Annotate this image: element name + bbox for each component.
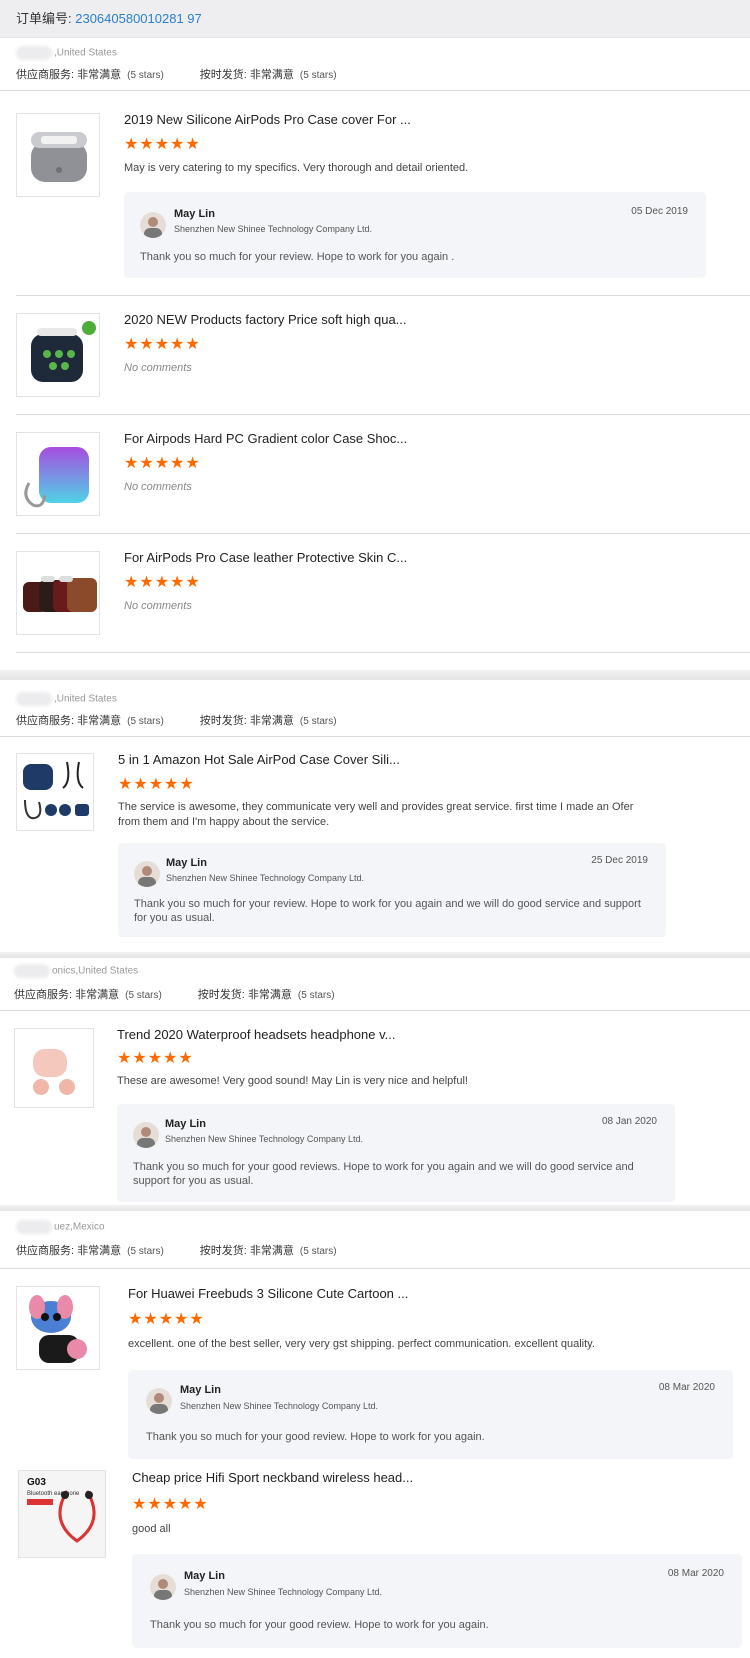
rating-stars: ★★★★★ [124,455,201,472]
seller-avatar [140,212,166,238]
reviewer-location: ,United States [16,46,117,60]
thumb-label-sub: Bluetooth earphone [27,1491,80,1497]
seller-company: Shenzhen New Shinee Technology Company L… [166,873,364,883]
reply-text: Thank you so much for your review. Hope … [134,898,641,924]
rating-stars: ★★★★★ [132,1496,209,1513]
reply-date: 08 Mar 2020 [658,1382,715,1393]
seller-company: Shenzhen New Shinee Technology Company L… [180,1401,378,1411]
buyer-comment: excellent. one of the best seller, very … [128,1338,595,1350]
seller-company: Shenzhen New Shinee Technology Company L… [174,224,372,234]
divider [16,652,750,653]
rating-stars: ★★★★★ [118,776,195,793]
section-separator [0,952,750,958]
seller-ratings: 供应商服务: 非常满意 (5 stars) 按时发货: 非常满意 (5 stars) [16,69,337,81]
product-title-link[interactable]: For AirPods Pro Case leather Protective … [124,550,407,565]
product-title-link[interactable]: For Airpods Hard PC Gradient color Case … [124,431,407,446]
seller-name: May Lin [165,1118,206,1130]
seller-reply: May Lin Shenzhen New Shinee Technology C… [118,843,666,937]
seller-reply: May Lin Shenzhen New Shinee Technology C… [124,192,706,278]
divider [16,295,750,296]
buyer-comment: No comments [124,481,192,493]
seller-name: May Lin [174,208,215,220]
product-title-link[interactable]: 2020 NEW Products factory Price soft hig… [124,312,407,327]
rating-stars: ★★★★★ [124,574,201,591]
product-title-link[interactable]: Cheap price Hifi Sport neckband wireless… [132,1470,413,1485]
reply-text: Thank you so much for your good review. … [146,1431,485,1443]
seller-avatar [150,1574,176,1600]
seller-avatar [146,1388,172,1414]
seller-avatar [134,861,160,887]
product-thumbnail[interactable]: G03 Bluetooth earphone [18,1470,106,1558]
reply-date: 08 Jan 2020 [601,1116,657,1127]
order-number-bar: 订单编号: 230640580010281 97 [0,0,750,38]
rating-stars: ★★★★★ [128,1311,205,1328]
divider [0,90,750,91]
reviewer-location: ,United States [16,692,117,706]
divider [0,736,750,737]
buyer-comment: good all [132,1523,171,1535]
rating-stars: ★★★★★ [124,336,201,353]
seller-name: May Lin [166,857,207,869]
seller-ratings: 供应商服务: 非常满意 (5 stars) 按时发货: 非常满意 (5 stars) [14,989,335,1001]
reply-text: Thank you so much for your review. Hope … [140,251,455,263]
product-thumbnail[interactable] [16,1286,100,1370]
buyer-comment: No comments [124,600,192,612]
product-title-link[interactable]: 2019 New Silicone AirPods Pro Case cover… [124,112,411,127]
seller-ratings: 供应商服务: 非常满意 (5 stars) 按时发货: 非常满意 (5 stars) [16,1245,337,1257]
seller-company: Shenzhen New Shinee Technology Company L… [165,1134,363,1144]
reply-text: Thank you so much for your good review. … [150,1619,489,1631]
seller-name: May Lin [184,1570,225,1582]
seller-company: Shenzhen New Shinee Technology Company L… [184,1587,382,1597]
seller-name: May Lin [180,1384,221,1396]
seller-ratings: 供应商服务: 非常满意 (5 stars) 按时发货: 非常满意 (5 stars) [16,715,337,727]
product-thumbnail[interactable] [16,113,100,197]
reviewer-location: onics,United States [14,964,138,978]
product-thumbnail[interactable] [16,313,100,397]
buyer-comment: No comments [124,362,192,374]
product-title-link[interactable]: For Huawei Freebuds 3 Silicone Cute Cart… [128,1286,408,1301]
thumb-label-g03: G03 [27,1477,46,1488]
buyer-comment: The service is awesome, they communicate… [118,801,634,828]
section-separator [0,1205,750,1211]
order-number-label: 订单编号: [16,11,76,26]
seller-reply: May Lin Shenzhen New Shinee Technology C… [128,1370,733,1459]
seller-reply: May Lin Shenzhen New Shinee Technology C… [132,1554,742,1648]
product-title-link[interactable]: 5 in 1 Amazon Hot Sale AirPod Case Cover… [118,752,400,767]
reply-date: 25 Dec 2019 [591,855,648,866]
divider [16,414,750,415]
divider [16,533,750,534]
reply-date: 05 Dec 2019 [631,206,688,217]
product-title-link[interactable]: Trend 2020 Waterproof headsets headphone… [117,1027,395,1042]
divider [0,1268,750,1269]
divider [0,1010,750,1011]
seller-avatar [133,1122,159,1148]
product-thumbnail[interactable] [16,432,100,516]
seller-reply: May Lin Shenzhen New Shinee Technology C… [117,1104,675,1202]
reply-text: Thank you so much for your good reviews.… [133,1161,634,1187]
product-thumbnail[interactable] [16,753,94,831]
reply-date: 08 Mar 2020 [667,1568,724,1579]
section-separator [0,670,750,680]
product-thumbnail[interactable] [16,551,100,635]
rating-stars: ★★★★★ [124,136,201,153]
buyer-comment: These are awesome! Very good sound! May … [117,1075,468,1087]
product-thumbnail[interactable] [14,1028,94,1108]
buyer-comment: May is very catering to my specifics. Ve… [124,162,469,174]
order-number-link[interactable]: 230640580010281 97 [75,11,202,26]
rating-stars: ★★★★★ [117,1050,194,1067]
reviewer-location: uez,Mexico [16,1220,105,1234]
